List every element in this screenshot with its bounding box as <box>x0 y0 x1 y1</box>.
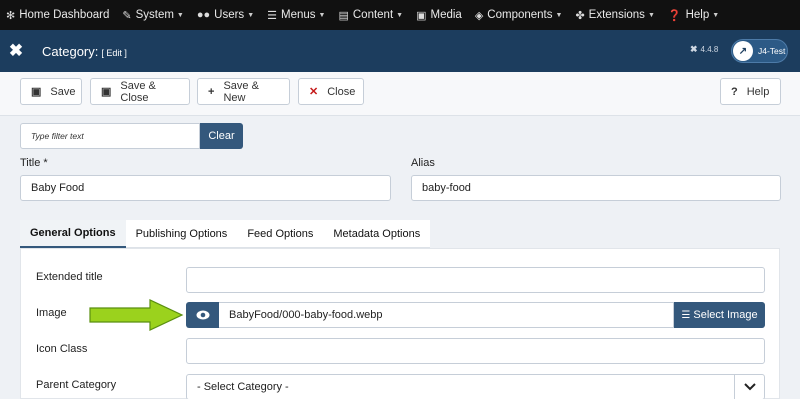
select-image-label: Select Image <box>693 309 758 321</box>
caret-down-icon: ▼ <box>318 11 326 19</box>
plus-icon: + <box>208 85 215 98</box>
menu-content[interactable]: ▤ Content ▼ <box>338 9 403 22</box>
image-icon: ▣ <box>416 9 427 22</box>
close-label: Close <box>327 85 356 98</box>
save-new-button[interactable]: + Save & New <box>197 78 290 105</box>
help-icon: ❓ <box>667 9 682 22</box>
menu-home-dashboard[interactable]: ✻ Home Dashboard <box>6 9 109 22</box>
list-icon: ☰ <box>681 309 691 321</box>
caret-down-icon: ▼ <box>396 11 404 19</box>
caret-down-icon: ▼ <box>176 11 184 19</box>
caret-down-icon: ▼ <box>712 11 720 19</box>
parent-category-select[interactable]: - Select Category - <box>186 374 765 399</box>
alias-field[interactable]: baby-food <box>411 175 781 201</box>
file-icon: ▤ <box>338 9 349 22</box>
version-text: 4.4.8 <box>700 45 719 54</box>
joomla-icon: ✻ <box>6 9 16 22</box>
menu-label: Users <box>214 9 245 21</box>
joomla-logo-icon[interactable]: ✖ <box>0 30 32 72</box>
menus-icon: ☰ <box>267 9 277 22</box>
extended-title-label: Extended title <box>36 271 103 283</box>
menu-label: Components <box>487 9 553 21</box>
admin-menubar: ✻ Home Dashboard ✎ System ▼ ●● Users ▼ ☰ Menus… <box>0 0 800 30</box>
tab-metadata-options[interactable]: Metadata Options <box>323 220 431 248</box>
title-field[interactable]: Baby Food <box>20 175 391 201</box>
tab-feed-options[interactable]: Feed Options <box>237 220 324 248</box>
icon-class-label: Icon Class <box>36 343 88 355</box>
cube-icon: ◈ <box>474 9 484 22</box>
puzzle-icon: ✤ <box>575 9 585 22</box>
menu-components[interactable]: ◈ Components ▼ <box>475 9 563 22</box>
tab-bar: General Options Publishing Options Feed … <box>20 220 431 248</box>
external-link-icon: ↗ <box>733 41 753 61</box>
select-image-button[interactable]: ☰ Select Image <box>674 302 765 328</box>
menu-label: Menus <box>281 9 316 21</box>
menu-label: Media <box>430 9 462 21</box>
menu-label: Extensions <box>588 9 645 21</box>
caret-down-icon: ▼ <box>647 11 655 19</box>
preview-image-button[interactable] <box>186 302 219 328</box>
parent-category-value: - Select Category - <box>197 381 289 393</box>
caret-down-icon: ▼ <box>555 11 563 19</box>
filter-input[interactable]: Type filter text <box>20 123 200 149</box>
menu-label: Content <box>352 9 394 21</box>
page-title-text: Category: <box>42 43 99 59</box>
clear-button[interactable]: Clear <box>200 123 243 149</box>
page-title: Category:[ Edit ] <box>42 44 127 59</box>
icon-class-field[interactable] <box>186 338 765 364</box>
toolbar: ▣ Save ▣ Save & Close + Save & New ✕ Close ?… <box>0 72 800 116</box>
menu-media[interactable]: ▣ Media <box>416 9 462 22</box>
menu-system[interactable]: ✎ System ▼ <box>122 9 184 22</box>
annotation-arrow-icon <box>89 299 184 331</box>
menu-users[interactable]: ●● Users ▼ <box>197 9 254 21</box>
image-path-field[interactable]: BabyFood/000-baby-food.webp <box>219 302 674 328</box>
extended-title-field[interactable] <box>186 267 765 293</box>
menu-label: System <box>135 9 174 21</box>
question-icon: ? <box>731 85 738 98</box>
close-icon: ✕ <box>309 86 319 98</box>
page-title-mode: [ Edit ] <box>101 47 127 58</box>
page-header: ✖ Category:[ Edit ] ✖ 4.4.8 ↗ J4-Test <box>0 30 800 72</box>
joomla-small-icon: ✖ <box>690 44 698 54</box>
menu-label: Home Dashboard <box>19 9 110 21</box>
wrench-icon: ✎ <box>122 9 132 22</box>
users-icon: ●● <box>196 9 211 21</box>
version-badge: ✖ 4.4.8 <box>690 44 718 55</box>
save-close-label: Save & Close <box>120 79 156 104</box>
menu-label: Help <box>685 9 710 21</box>
title-label: Title * <box>20 157 48 169</box>
alias-label: Alias <box>411 157 435 169</box>
menu-extensions[interactable]: ✤ Extensions ▼ <box>575 9 654 22</box>
image-label: Image <box>36 307 67 319</box>
help-button[interactable]: ? Help <box>720 78 781 105</box>
save-icon: ▣ <box>101 86 112 98</box>
tab-general-options[interactable]: General Options <box>20 220 126 248</box>
save-button[interactable]: ▣ Save <box>20 78 82 105</box>
close-button[interactable]: ✕ Close <box>298 78 364 105</box>
menu-menus[interactable]: ☰ Menus ▼ <box>267 9 325 22</box>
menu-help[interactable]: ❓ Help ▼ <box>668 9 719 22</box>
site-name: J4-Test <box>758 46 786 56</box>
site-link-button[interactable]: ↗ J4-Test <box>731 39 788 63</box>
save-icon: ▣ <box>31 86 42 98</box>
chevron-down-icon <box>734 375 764 399</box>
save-new-label: Save & New <box>223 79 259 104</box>
save-label: Save <box>50 85 76 98</box>
parent-category-label: Parent Category <box>36 379 117 391</box>
save-close-button[interactable]: ▣ Save & Close <box>90 78 190 105</box>
caret-down-icon: ▼ <box>247 11 255 19</box>
help-label: Help <box>746 85 770 98</box>
tab-publishing-options[interactable]: Publishing Options <box>125 220 238 248</box>
eye-icon <box>196 310 209 320</box>
